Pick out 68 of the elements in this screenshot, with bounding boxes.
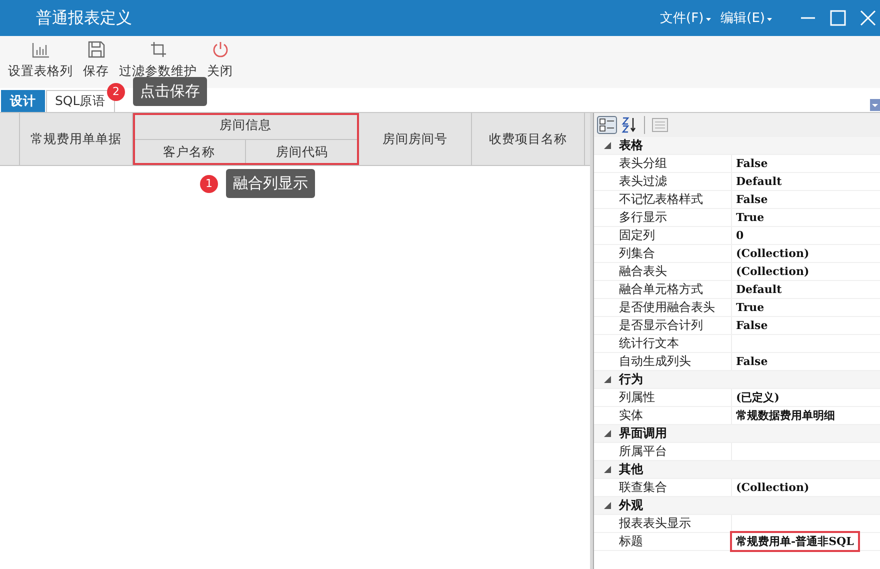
column-header[interactable]: 客户名称 [133, 140, 245, 165]
property-value[interactable]: Default [732, 175, 782, 188]
column-group-header[interactable]: 房间信息 [133, 113, 358, 140]
property-name[interactable]: 融合表头 [594, 263, 732, 280]
column-header[interactable]: 房间房间号 [359, 113, 472, 165]
expander-icon[interactable] [604, 430, 611, 437]
category-label: 其他 [619, 461, 643, 478]
property-value[interactable]: (已定义) [732, 390, 780, 405]
property-name[interactable]: 列集合 [594, 245, 732, 262]
expander-icon[interactable] [604, 376, 611, 383]
property-value[interactable]: (Collection) [732, 481, 810, 494]
column-header[interactable]: 常规费用单单据 [20, 113, 133, 165]
property-value[interactable]: (Collection) [732, 247, 810, 260]
property-value[interactable]: False [732, 355, 768, 368]
property-name[interactable]: 不记忆表格样式 [594, 191, 732, 208]
property-value[interactable]: True [732, 301, 764, 314]
property-name[interactable]: 列属性 [594, 389, 732, 406]
property-name[interactable]: 标题 [594, 533, 732, 550]
close-icon[interactable] [860, 10, 876, 26]
expander-icon[interactable] [604, 466, 611, 473]
categorized-view-icon[interactable] [597, 116, 617, 134]
property-name[interactable]: 多行显示 [594, 209, 732, 226]
sort-az-icon[interactable] [621, 116, 637, 134]
property-name[interactable]: 自动生成列头 [594, 353, 732, 370]
property-value[interactable]: False [732, 319, 768, 332]
property-value[interactable]: (Collection) [732, 265, 810, 278]
property-value[interactable]: False [732, 193, 768, 206]
property-value[interactable]: 0 [732, 229, 744, 242]
dropdown-icon[interactable] [870, 99, 880, 111]
crop-icon [150, 41, 166, 58]
caret-icon [767, 18, 772, 20]
property-name[interactable]: 表头分组 [594, 155, 732, 172]
category-label: 表格 [619, 137, 643, 154]
property-value[interactable]: True [732, 211, 764, 224]
property-value[interactable]: Default [732, 283, 782, 296]
property-name[interactable]: 实体 [594, 407, 732, 424]
power-icon [212, 41, 228, 58]
property-name[interactable]: 表头过滤 [594, 173, 732, 190]
window-title: 普通报表定义 [36, 8, 133, 28]
column-header[interactable]: 收费项目名称 [472, 113, 585, 165]
property-value[interactable]: False [732, 157, 768, 170]
category-label: 行为 [619, 371, 643, 388]
property-name[interactable]: 报表表头显示 [594, 515, 732, 532]
step-badge: 1 [200, 174, 218, 192]
bar-chart-icon [32, 42, 50, 58]
menu-item[interactable]: 文件(F) [660, 9, 711, 27]
callout-tooltip: 融合列显示 [226, 169, 315, 198]
caret-icon [706, 18, 711, 20]
menu-item[interactable]: 编辑(E) [720, 9, 772, 27]
property-name[interactable]: 融合单元格方式 [594, 281, 732, 298]
expander-icon[interactable] [604, 142, 611, 149]
property-name[interactable]: 是否使用融合表头 [594, 299, 732, 316]
property-value[interactable]: 常规费用单-普通非SQL [732, 533, 858, 550]
property-name[interactable]: 是否显示合计列 [594, 317, 732, 334]
callout-tooltip: 点击保存 [133, 77, 207, 106]
property-name[interactable]: 统计行文本 [594, 335, 732, 352]
maximize-icon[interactable] [830, 10, 846, 26]
category-label: 界面调用 [619, 425, 667, 442]
category-label: 外观 [619, 497, 643, 514]
property-name[interactable]: 所属平台 [594, 443, 732, 460]
expander-icon[interactable] [604, 502, 611, 509]
property-name[interactable]: 固定列 [594, 227, 732, 244]
toolbar-button[interactable]: 设置表格列 [4, 42, 77, 88]
property-name[interactable]: 联查集合 [594, 479, 732, 496]
tab[interactable]: 设计 [1, 90, 45, 112]
save-icon [88, 41, 104, 58]
property-value[interactable]: 常规数据费用单明细 [732, 408, 835, 423]
column-header[interactable]: 房间代码 [245, 140, 358, 165]
